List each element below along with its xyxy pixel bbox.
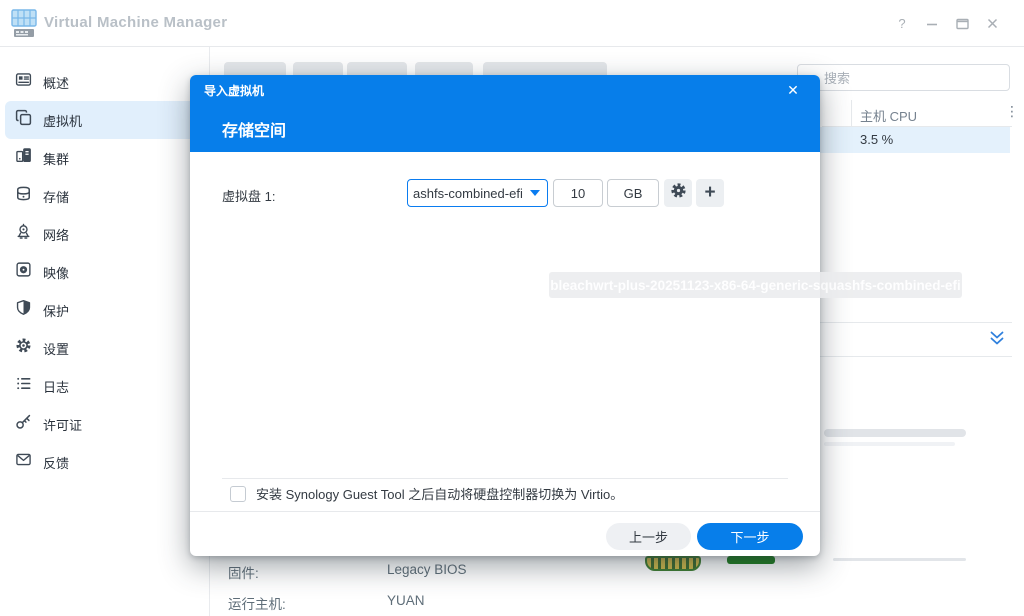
- firmware-label: 固件:: [228, 562, 259, 582]
- sidebar-item-label: 概述: [43, 73, 69, 92]
- window-titlebar: Virtual Machine Manager ?: [0, 0, 1024, 47]
- virtual-disk-label: 虚拟盘 1:: [222, 186, 275, 205]
- sidebar-item-2[interactable]: 虚拟机: [5, 101, 204, 139]
- search-input[interactable]: 搜索: [797, 64, 1010, 91]
- disk-image-select[interactable]: ashfs-combined-efi: [407, 179, 548, 207]
- image-icon: [15, 261, 32, 283]
- sidebar-item-8[interactable]: 设置: [5, 329, 204, 367]
- sidebar-item-label: 设置: [43, 339, 69, 358]
- column-menu-icon[interactable]: ⋮: [1005, 103, 1019, 120]
- sidebar-item-11[interactable]: 反馈: [5, 443, 204, 481]
- import-vm-dialog: 导入虚拟机 ✕ 存储空间 虚拟盘 1: ashfs-combined-efi 1…: [190, 75, 820, 556]
- disk-image-select-value: ashfs-combined-efi: [408, 186, 530, 201]
- settings-icon: [15, 337, 32, 359]
- hardware-bar-graphic: [727, 556, 775, 564]
- overview-icon: [15, 71, 32, 93]
- help-icon[interactable]: ?: [894, 16, 910, 32]
- hardware-line-graphic: [833, 558, 966, 561]
- sidebar-item-label: 反馈: [43, 453, 69, 472]
- guest-tool-checkbox[interactable]: [230, 486, 246, 502]
- footer-separator: [190, 511, 820, 512]
- running-host-label: 运行主机:: [228, 593, 286, 613]
- feedback-icon: [15, 451, 32, 473]
- sidebar-item-label: 许可证: [43, 415, 82, 434]
- checkbox-separator: [222, 478, 788, 479]
- vm-icon: [15, 109, 32, 131]
- sidebar: 概述虚拟机集群存储网络映像保护设置日志许可证反馈: [0, 47, 209, 616]
- dialog-close-icon[interactable]: ✕: [784, 81, 802, 99]
- image-name-tooltip: bleachwrt-plus-20251123-x86-64-generic-s…: [549, 272, 962, 298]
- disk-unit-select[interactable]: GB: [607, 179, 659, 207]
- disk-size-input[interactable]: 10: [553, 179, 603, 207]
- sidebar-item-label: 映像: [43, 263, 69, 282]
- sidebar-item-label: 虚拟机: [43, 111, 82, 130]
- dialog-header: 导入虚拟机 ✕ 存储空间: [190, 75, 820, 152]
- vmm-app-icon: [11, 9, 37, 44]
- sidebar-item-label: 存储: [43, 187, 69, 206]
- close-window-icon[interactable]: [984, 16, 1000, 32]
- minimize-icon[interactable]: [924, 16, 940, 32]
- usage-bar-track: [824, 442, 955, 446]
- previous-step-button[interactable]: 上一步: [606, 523, 691, 550]
- plus-icon: +: [704, 182, 715, 204]
- host-cpu-value: 3.5 %: [860, 132, 893, 147]
- cluster-icon: [15, 147, 32, 169]
- chevron-down-icon: [530, 190, 540, 196]
- firmware-value: Legacy BIOS: [387, 562, 467, 577]
- sidebar-item-9[interactable]: 日志: [5, 367, 204, 405]
- sidebar-item-7[interactable]: 保护: [5, 291, 204, 329]
- disk-settings-button[interactable]: [664, 179, 692, 207]
- host-cpu-column-header: 主机 CPU: [860, 106, 917, 125]
- guest-tool-checkbox-label: 安装 Synology Guest Tool 之后自动将硬盘控制器切换为 Vir…: [256, 484, 623, 503]
- gear-icon: [670, 182, 687, 204]
- license-icon: [15, 413, 32, 435]
- sidebar-item-5[interactable]: 网络: [5, 215, 204, 253]
- sidebar-item-6[interactable]: 映像: [5, 253, 204, 291]
- sidebar-item-label: 日志: [43, 377, 69, 396]
- usage-bar: [824, 429, 966, 437]
- storage-icon: [15, 185, 32, 207]
- next-step-button[interactable]: 下一步: [697, 523, 803, 550]
- running-host-value: YUAN: [387, 593, 425, 608]
- maximize-icon[interactable]: [954, 16, 970, 32]
- expand-details-icon[interactable]: [989, 330, 1005, 352]
- sidebar-item-3[interactable]: 集群: [5, 139, 204, 177]
- sidebar-item-1[interactable]: 概述: [5, 63, 204, 101]
- sidebar-item-10[interactable]: 许可证: [5, 405, 204, 443]
- dialog-title: 导入虚拟机: [204, 82, 264, 99]
- network-icon: [15, 223, 32, 245]
- sidebar-item-label: 保护: [43, 301, 69, 320]
- sidebar-item-label: 网络: [43, 225, 69, 244]
- sidebar-item-label: 集群: [43, 149, 69, 168]
- dialog-step-title: 存储空间: [222, 117, 286, 141]
- protection-icon: [15, 299, 32, 321]
- hardware-chip-graphic: [645, 556, 701, 571]
- sidebar-item-4[interactable]: 存储: [5, 177, 204, 215]
- add-disk-button[interactable]: +: [696, 179, 724, 207]
- app-title: Virtual Machine Manager: [44, 14, 227, 31]
- log-icon: [15, 375, 32, 397]
